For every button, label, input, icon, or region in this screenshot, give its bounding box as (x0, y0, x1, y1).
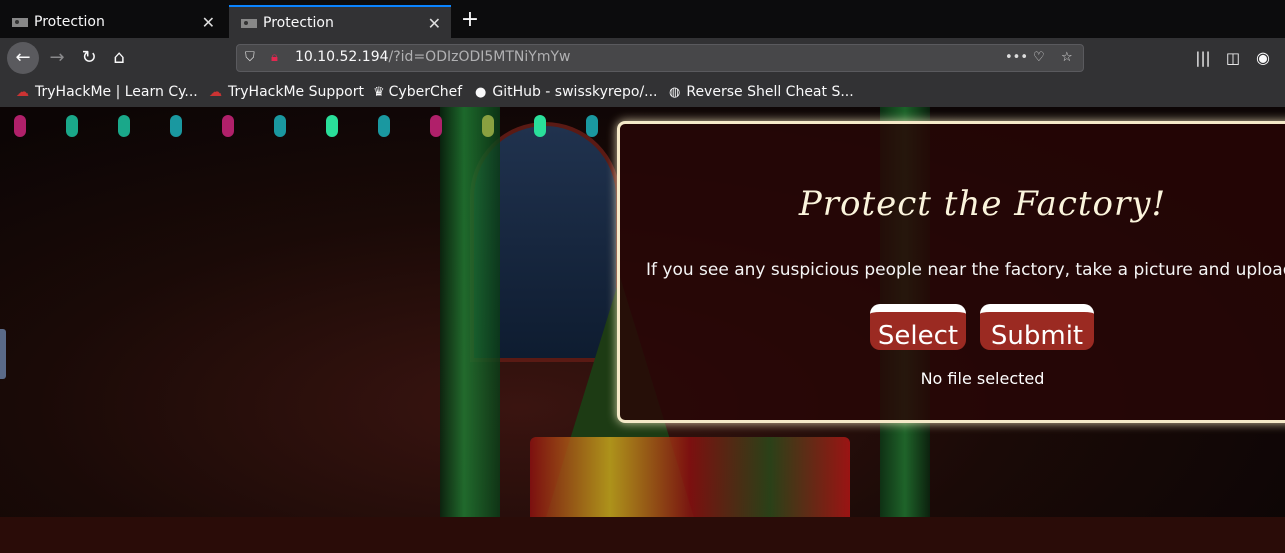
light-bulb (430, 115, 442, 137)
more-actions-icon[interactable]: ••• (1005, 50, 1028, 65)
light-bulb (222, 115, 234, 137)
tab-title: Protection (263, 14, 334, 31)
bookmark-tryhackme-support[interactable]: ☁ TryHackMe Support (209, 84, 364, 100)
background-curtain (440, 107, 500, 553)
close-icon[interactable]: ✕ (202, 13, 215, 32)
github-icon: ● (475, 84, 487, 100)
light-bulb (170, 115, 182, 137)
library-icon[interactable]: ||| (1188, 44, 1218, 72)
home-icon[interactable]: ⌂ (104, 44, 134, 72)
tab-protection-2[interactable]: Protection ✕ (229, 5, 451, 38)
panel-description: If you see any suspicious people near th… (646, 260, 1285, 280)
cloud-icon: ☁ (209, 84, 222, 100)
gifts-image (530, 437, 850, 527)
bookmark-tryhackme[interactable]: ☁ TryHackMe | Learn Cy... (16, 84, 198, 100)
globe-icon: ◍ (669, 84, 681, 100)
tab-title: Protection (34, 14, 105, 30)
bookmarks-toolbar: ☁ TryHackMe | Learn Cy... ☁ TryHackMe Supp… (0, 78, 1285, 108)
reload-icon[interactable]: ↻ (74, 44, 104, 72)
light-bulb (274, 115, 286, 137)
tab-protection-1[interactable]: Protection ✕ (0, 6, 225, 38)
nav-bar: ← → ↻ ⌂ ⛉ 🔒︎ 10.10.52.194/?id=ODIzODI5MT… (0, 38, 1285, 78)
bookmark-cyberchef[interactable]: ♛ CyberChef (373, 84, 462, 100)
bookmark-star-icon[interactable]: ☆ (1061, 50, 1073, 65)
background-floor (0, 517, 1285, 553)
light-bulb (586, 115, 598, 137)
account-icon[interactable]: ◉ (1248, 44, 1278, 72)
panel-title: Protect the Factory! (798, 184, 1167, 224)
bookmark-reverse-shell[interactable]: ◍ Reverse Shell Cheat S... (669, 84, 854, 100)
insecure-lock-icon[interactable]: 🔒︎ (271, 50, 278, 65)
tab-bar: Protection ✕ Protection ✕ + (0, 0, 1285, 38)
back-arrow-icon[interactable]: ← (7, 42, 39, 74)
url-text[interactable]: 10.10.52.194/?id=ODIzODI5MTNiYmYw (295, 49, 570, 65)
light-bulb (14, 115, 26, 137)
close-icon[interactable]: ✕ (428, 14, 441, 33)
select-button[interactable]: Select (870, 304, 966, 351)
sidebar-icon[interactable]: ◫ (1218, 44, 1248, 72)
new-tab-icon[interactable]: + (458, 6, 482, 34)
light-bulb (118, 115, 130, 137)
site-favicon-icon (12, 16, 28, 28)
sidebar-handle[interactable] (0, 329, 6, 379)
submit-button[interactable]: Submit (980, 304, 1094, 351)
site-favicon-icon (241, 17, 257, 29)
url-bar[interactable]: ⛉ 🔒︎ 10.10.52.194/?id=ODIzODI5MTNiYmYw •… (236, 44, 1084, 72)
chef-icon: ♛ (373, 84, 385, 100)
light-bulb (326, 115, 338, 137)
page-content: Protect the Factory! If you see any susp… (0, 107, 1285, 553)
cloud-icon: ☁ (16, 84, 29, 100)
pocket-icon[interactable]: ♡ (1033, 50, 1045, 65)
upload-panel: Protect the Factory! If you see any susp… (617, 121, 1285, 423)
light-bulb (534, 115, 546, 137)
light-bulb (66, 115, 78, 137)
file-status: No file selected (920, 369, 1045, 388)
shield-icon[interactable]: ⛉ (245, 50, 255, 65)
bookmark-github[interactable]: ● GitHub - swisskyrepo/... (475, 84, 658, 100)
forward-arrow-icon[interactable]: → (42, 44, 72, 72)
light-bulb (378, 115, 390, 137)
light-bulb (482, 115, 494, 137)
